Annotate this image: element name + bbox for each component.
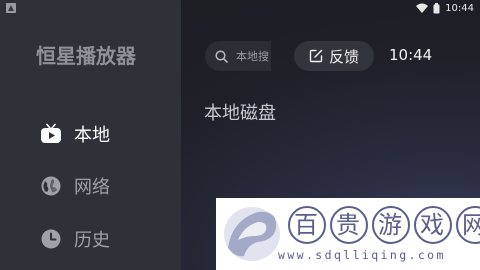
- sidebar-item-label: 本地: [74, 125, 110, 146]
- watermark-logo-icon: [224, 207, 280, 261]
- clock: 10:44: [389, 46, 433, 64]
- sidebar-item-label: 历史: [74, 230, 110, 251]
- watermark: 百贵游戏网 www.sdqlliqing.com: [216, 198, 480, 270]
- watermark-char: 百: [288, 206, 326, 244]
- sidebar: 恒星播放器 本地 网络 历史: [0, 0, 181, 270]
- clock-icon: [41, 229, 61, 249]
- search-icon: [215, 49, 228, 63]
- feedback-label: 反馈: [328, 47, 359, 66]
- notification-icon: [6, 3, 16, 13]
- status-bar: 10:44: [0, 0, 480, 16]
- watermark-char: 网: [456, 206, 480, 244]
- watermark-char: 贵: [330, 206, 368, 244]
- player-screen: 恒星播放器 本地 网络 历史 10:44 本地搜 反馈 10:44 本地磁盘 百…: [0, 0, 480, 270]
- status-right: 10:44: [416, 1, 474, 15]
- search-placeholder: 本地搜: [236, 50, 269, 63]
- battery-icon: [433, 2, 440, 14]
- sidebar-item-label: 网络: [74, 177, 110, 198]
- wifi-icon: [416, 3, 429, 13]
- app-title: 恒星播放器: [36, 44, 136, 68]
- section-title: 本地磁盘: [204, 103, 276, 124]
- edit-icon: [309, 49, 323, 63]
- watermark-char: 游: [372, 206, 410, 244]
- feedback-button[interactable]: 反馈: [294, 41, 374, 71]
- watermark-char: 戏: [414, 206, 452, 244]
- status-time: 10:44: [445, 2, 474, 14]
- search-input[interactable]: 本地搜: [205, 41, 271, 71]
- sidebar-item-local[interactable]: 本地: [40, 120, 110, 148]
- tv-icon: [41, 123, 61, 143]
- watermark-text: 百贵游戏网: [288, 206, 480, 244]
- watermark-url: www.sdqlliqing.com: [278, 248, 446, 262]
- sidebar-item-history[interactable]: 历史: [40, 225, 110, 253]
- sidebar-item-network[interactable]: 网络: [40, 172, 110, 200]
- globe-icon: [41, 176, 61, 196]
